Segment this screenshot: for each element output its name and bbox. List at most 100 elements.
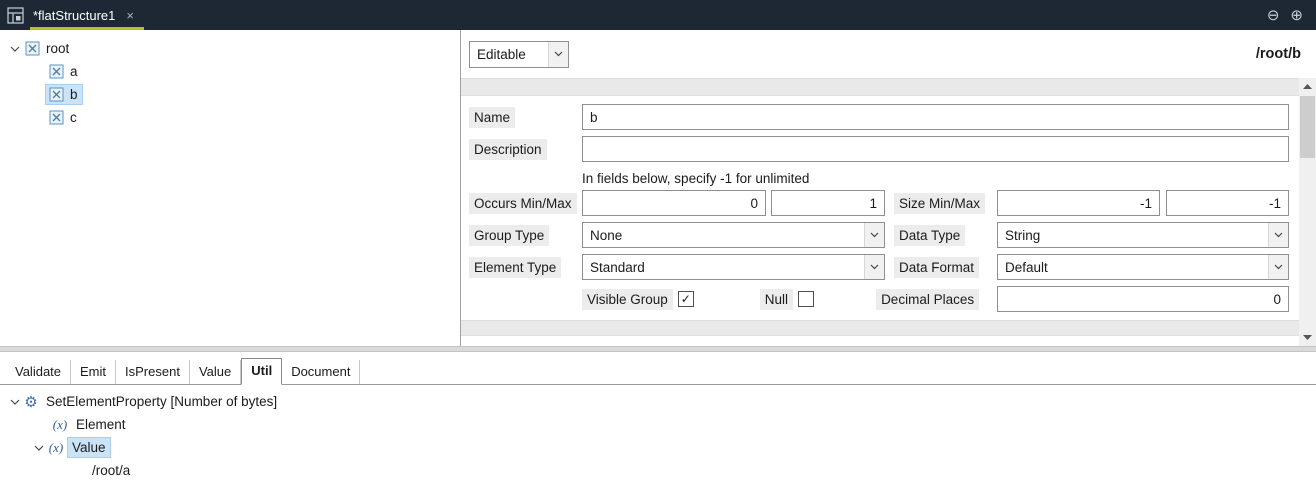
structure-app-icon: [7, 7, 24, 24]
tree-item-label: b: [66, 85, 82, 104]
occurs-max-input[interactable]: [771, 190, 885, 216]
null-checkbox[interactable]: [798, 291, 814, 307]
element-icon: [48, 64, 64, 80]
fx-icon: (x): [46, 440, 66, 456]
description-input[interactable]: [582, 136, 1289, 162]
separator-strip: [461, 320, 1299, 336]
separator-strip: [461, 78, 1299, 96]
null-label: Null: [760, 289, 793, 310]
scroll-down-arrow-icon[interactable]: [1299, 329, 1316, 346]
rule-item-label: Value: [68, 438, 110, 457]
visible-group-checkbox[interactable]: ✓: [678, 291, 694, 307]
name-input[interactable]: [582, 104, 1289, 130]
rule-tabs: Validate Emit IsPresent Value Util Docum…: [0, 352, 1316, 385]
scrollbar-thumb[interactable]: [1300, 96, 1315, 158]
tree-item-label: c: [66, 108, 81, 127]
unlimited-hint: In fields below, specify -1 for unlimite…: [582, 168, 1289, 188]
occurs-size-row: Occurs Min/Max Size Min/Max: [469, 190, 1289, 216]
collapse-circle-icon[interactable]: ⊖: [1267, 6, 1280, 24]
titlebar-actions: ⊖ ⊕: [1267, 6, 1316, 24]
chevron-down-icon[interactable]: [8, 399, 22, 405]
rules-panel: Validate Emit IsPresent Value Util Docum…: [0, 352, 1316, 483]
titlebar: *flatStructure1 × ⊖ ⊕: [0, 0, 1316, 30]
group-type-label: Group Type: [469, 225, 549, 246]
element-icon: [48, 87, 64, 103]
tab-value[interactable]: Value: [190, 360, 241, 384]
data-format-label: Data Format: [894, 257, 979, 278]
properties-header: Editable /root/b: [461, 30, 1316, 78]
tree-item-root[interactable]: root: [0, 37, 460, 60]
chevron-down-icon[interactable]: [548, 42, 568, 67]
expand-circle-icon[interactable]: ⊕: [1290, 6, 1303, 24]
chevron-down-icon[interactable]: [864, 223, 884, 247]
data-type-value: String: [998, 223, 1268, 247]
document-tab[interactable]: *flatStructure1 ×: [30, 0, 144, 30]
group-type-value: None: [583, 223, 864, 247]
name-row: Name: [469, 104, 1289, 130]
tree-item-b-selected[interactable]: b: [0, 83, 460, 106]
scrollbar-track[interactable]: [1299, 95, 1316, 329]
fx-icon: (x): [50, 417, 70, 433]
data-type-label: Data Type: [894, 225, 965, 246]
data-type-dropdown[interactable]: String: [997, 222, 1289, 248]
chevron-down-icon[interactable]: [1268, 255, 1288, 279]
chevron-down-icon[interactable]: [32, 445, 46, 451]
rule-item-value-selected[interactable]: (x) Value: [0, 436, 1316, 459]
element-type-label: Element Type: [469, 257, 561, 278]
rule-item-element[interactable]: (x) Element: [0, 413, 1316, 436]
properties-form: Name Description In fields below, specif…: [461, 96, 1299, 312]
name-label: Name: [469, 107, 515, 128]
tab-close-icon[interactable]: ×: [126, 9, 134, 22]
element-icon: [24, 41, 40, 57]
group-type-dropdown[interactable]: None: [582, 222, 885, 248]
visible-group-label: Visible Group: [582, 289, 673, 310]
tab-util[interactable]: Util: [241, 358, 282, 385]
data-format-dropdown[interactable]: Default: [997, 254, 1289, 280]
check-icon: ✓: [681, 293, 691, 305]
size-minmax-label: Size Min/Max: [894, 193, 985, 214]
edit-mode-dropdown[interactable]: Editable: [469, 41, 569, 68]
occurs-minmax-label: Occurs Min/Max: [469, 193, 577, 214]
tab-validate[interactable]: Validate: [6, 360, 71, 384]
tree-item-c[interactable]: c: [0, 106, 460, 129]
edit-mode-value: Editable: [470, 42, 548, 67]
selected-node-path: /root/b: [1256, 46, 1301, 62]
tree-item-label: root: [42, 39, 73, 58]
size-min-input[interactable]: [997, 190, 1160, 216]
description-row: Description: [469, 136, 1289, 162]
scroll-up-arrow-icon[interactable]: [1299, 78, 1316, 95]
properties-panel: Editable /root/b Name: [461, 30, 1316, 346]
tab-document[interactable]: Document: [282, 360, 360, 384]
decimal-places-input[interactable]: [997, 286, 1289, 312]
checkbox-row: Visible Group ✓ Null Decimal Places: [469, 286, 1289, 312]
gears-icon: ⚙: [22, 393, 40, 411]
tree-item-label: a: [66, 62, 82, 81]
rule-item-label: Element: [72, 415, 130, 434]
data-format-value: Default: [998, 255, 1268, 279]
properties-lower: Name Description In fields below, specif…: [461, 78, 1316, 346]
chevron-down-icon[interactable]: [864, 255, 884, 279]
rule-item-root-a-path[interactable]: /root/a: [0, 459, 1316, 482]
vertical-scrollbar[interactable]: [1299, 78, 1316, 346]
document-tab-title: *flatStructure1: [33, 8, 115, 23]
decimal-places-label: Decimal Places: [876, 289, 979, 310]
element-icon: [48, 110, 64, 126]
rule-item-label: SetElementProperty [Number of bytes]: [42, 392, 281, 411]
tab-emit[interactable]: Emit: [71, 360, 116, 384]
rule-item-label: /root/a: [88, 461, 134, 480]
chevron-down-icon[interactable]: [8, 46, 22, 52]
element-type-dropdown[interactable]: Standard: [582, 254, 885, 280]
app-window: *flatStructure1 × ⊖ ⊕ root: [0, 0, 1316, 483]
description-label: Description: [469, 139, 547, 160]
element-format-row: Element Type Standard Data Format Defaul…: [469, 254, 1289, 280]
chevron-down-icon[interactable]: [1268, 223, 1288, 247]
rule-item-setelementproperty[interactable]: ⚙ SetElementProperty [Number of bytes]: [0, 390, 1316, 413]
size-max-input[interactable]: [1166, 190, 1289, 216]
group-data-type-row: Group Type None Data Type String: [469, 222, 1289, 248]
occurs-min-input[interactable]: [582, 190, 766, 216]
main-area: root a b c: [0, 30, 1316, 346]
tree-item-a[interactable]: a: [0, 60, 460, 83]
selection-highlight: b: [46, 85, 82, 104]
rule-tree: ⚙ SetElementProperty [Number of bytes] (…: [0, 385, 1316, 482]
tab-ispresent[interactable]: IsPresent: [116, 360, 190, 384]
